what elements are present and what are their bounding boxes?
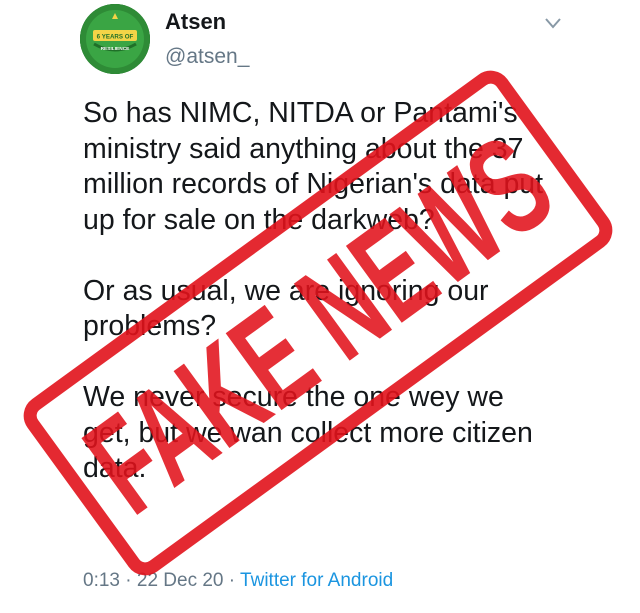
tweet-time[interactable]: 0:13 [83,570,120,591]
display-name[interactable]: Atsen [165,9,226,35]
tweet-date[interactable]: 22 Dec 20 [137,570,224,591]
tweet-paragraph: So has NIMC, NITDA or Pantami's ministry… [83,97,544,236]
meta-separator: · [228,570,236,591]
chevron-down-icon[interactable] [545,16,561,29]
user-handle[interactable]: @atsen_ [165,45,249,69]
avatar[interactable]: 6 YEARS OF RESILIENCE [80,4,150,74]
meta-separator: · [125,570,132,591]
profile-badge-icon: 6 YEARS OF RESILIENCE [80,4,150,74]
avatar-badge-subtext: RESILIENCE [101,46,131,52]
avatar-badge-text: 6 YEARS OF [97,33,134,40]
tweet-text: So has NIMC, NITDA or Pantami's ministry… [83,96,553,487]
tweet-meta: 0:13 · 22 Dec 20 · Twitter for Android [83,570,393,592]
tweet-paragraph: We never secure the one wey we get, but … [83,381,533,484]
tweet-paragraph: Or as usual, we are ignoring our problem… [83,274,489,343]
tweet-source-link[interactable]: Twitter for Android [240,570,393,591]
tweet-card: 6 YEARS OF RESILIENCE Atsen @atsen_ So h… [0,0,640,613]
